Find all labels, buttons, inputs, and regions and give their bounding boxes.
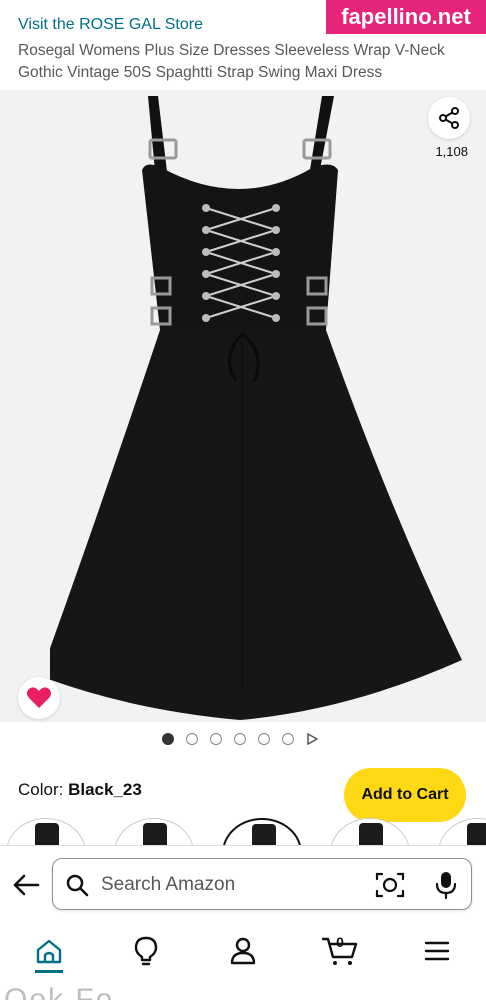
- wishlist-button[interactable]: [18, 677, 60, 719]
- microphone-icon[interactable]: [435, 870, 457, 900]
- pagination-dot[interactable]: [162, 733, 174, 745]
- color-selector-label: Color: Black_23: [18, 780, 142, 800]
- color-swatch[interactable]: [114, 818, 194, 848]
- color-swatch[interactable]: [6, 818, 86, 848]
- color-value: Black_23: [68, 780, 142, 799]
- color-swatch-selected[interactable]: [222, 818, 302, 848]
- pagination-dot[interactable]: [186, 733, 198, 745]
- product-image-gallery[interactable]: [0, 90, 486, 722]
- dress-illustration: [40, 96, 462, 720]
- nav-home[interactable]: [19, 923, 79, 979]
- pagination-dot[interactable]: [258, 733, 270, 745]
- color-swatch[interactable]: [438, 818, 486, 848]
- camera-lens-icon[interactable]: [375, 871, 405, 899]
- share-button[interactable]: [428, 97, 470, 139]
- share-count: 1,108: [435, 144, 468, 159]
- bottom-overflow-text: Ook Fo...: [0, 981, 486, 1000]
- search-box[interactable]: [52, 858, 472, 910]
- video-play-icon[interactable]: [306, 733, 318, 745]
- nav-menu[interactable]: [407, 923, 467, 979]
- search-input[interactable]: [101, 873, 361, 897]
- person-icon: [230, 937, 256, 965]
- watermark: fapellino.net: [326, 0, 486, 34]
- pagination-dot[interactable]: [210, 733, 222, 745]
- product-title: Rosegal Womens Plus Size Dresses Sleevel…: [18, 42, 445, 81]
- nav-account[interactable]: [213, 923, 273, 979]
- home-icon: [36, 939, 61, 964]
- share-icon: [439, 107, 459, 129]
- back-arrow-icon[interactable]: [12, 873, 40, 897]
- color-swatch[interactable]: [330, 818, 410, 848]
- pagination-dot[interactable]: [234, 733, 246, 745]
- add-to-cart-button[interactable]: Add to Cart: [344, 768, 466, 822]
- bottom-navigation: 0: [0, 921, 486, 981]
- menu-icon: [425, 941, 450, 961]
- color-label: Color:: [18, 780, 69, 799]
- overflow-text: Ook Fo...: [4, 983, 146, 1000]
- store-link[interactable]: Visit the ROSE GAL Store: [18, 16, 203, 34]
- lightbulb-icon: [134, 936, 157, 966]
- pagination-dot[interactable]: [282, 733, 294, 745]
- color-swatch-row[interactable]: [0, 818, 486, 848]
- cart-count: 0: [336, 934, 344, 950]
- search-icon: [66, 874, 89, 897]
- nav-inspire[interactable]: [116, 923, 176, 979]
- heart-icon: [27, 687, 51, 708]
- product-image[interactable]: [40, 90, 470, 722]
- image-pagination[interactable]: [162, 733, 318, 745]
- search-bar: [0, 845, 486, 921]
- nav-cart[interactable]: 0: [310, 923, 370, 979]
